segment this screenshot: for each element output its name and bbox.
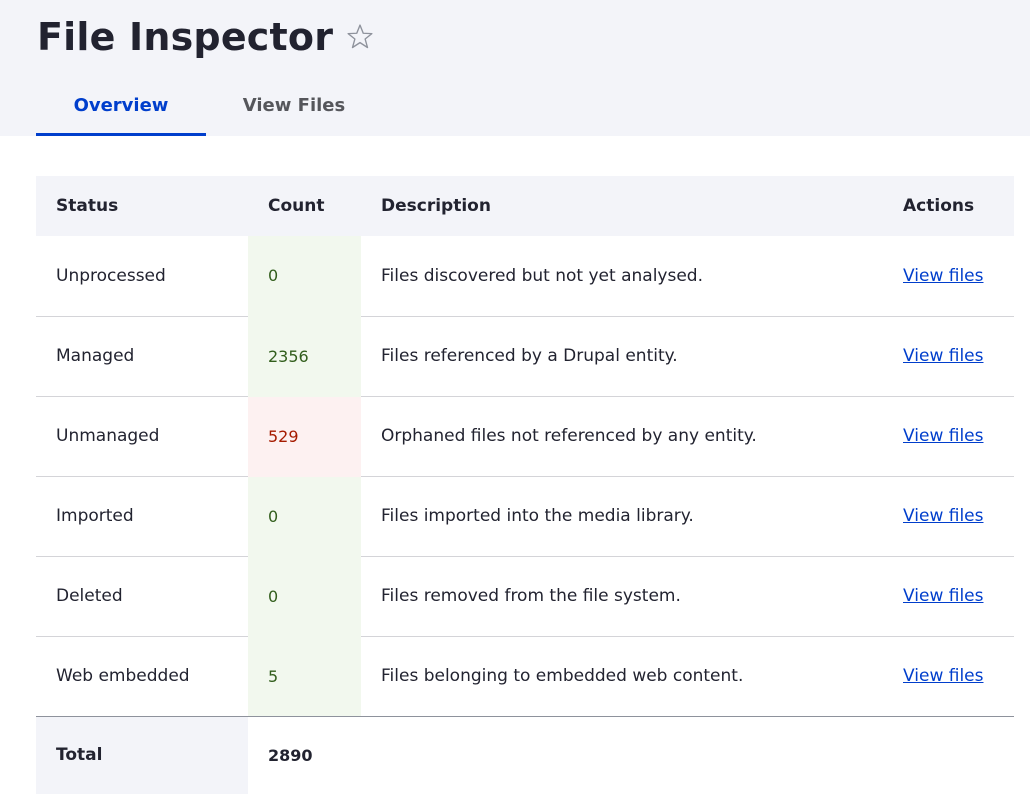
view-files-link-imported[interactable]: View files bbox=[903, 506, 984, 526]
count-cell: 0 bbox=[248, 476, 361, 557]
view-files-link-managed[interactable]: View files bbox=[903, 346, 984, 366]
actions-cell: View files bbox=[867, 236, 1014, 317]
description-cell: Files imported into the media library. bbox=[361, 476, 867, 557]
table-header-row: Status Count Description Actions bbox=[36, 176, 1014, 236]
total-empty-actions bbox=[867, 716, 1014, 794]
table-row: Imported 0 Files imported into the media… bbox=[36, 476, 1014, 557]
count-cell: 2356 bbox=[248, 316, 361, 397]
status-cell: Managed bbox=[36, 316, 248, 397]
count-cell: 5 bbox=[248, 636, 361, 717]
page-header: File Inspector Overview View Files bbox=[0, 0, 1030, 136]
tabs: Overview View Files bbox=[36, 84, 382, 136]
column-header-actions: Actions bbox=[867, 176, 1014, 236]
table-row: Managed 2356 Files referenced by a Drupa… bbox=[36, 316, 1014, 397]
table-row: Unprocessed 0 Files discovered but not y… bbox=[36, 236, 1014, 317]
status-cell: Imported bbox=[36, 476, 248, 557]
count-cell: 0 bbox=[248, 236, 361, 317]
actions-cell: View files bbox=[867, 476, 1014, 557]
table-row: Deleted 0 Files removed from the file sy… bbox=[36, 556, 1014, 637]
description-cell: Files discovered but not yet analysed. bbox=[361, 236, 867, 317]
title-row: File Inspector bbox=[37, 12, 375, 62]
column-header-status: Status bbox=[36, 176, 248, 236]
star-icon[interactable] bbox=[345, 22, 375, 52]
view-files-link-unmanaged[interactable]: View files bbox=[903, 426, 984, 446]
total-row: Total 2890 bbox=[36, 716, 1014, 794]
total-count: 2890 bbox=[268, 745, 313, 765]
column-header-description: Description bbox=[361, 176, 867, 236]
column-header-count: Count bbox=[248, 176, 361, 236]
description-cell: Orphaned files not referenced by any ent… bbox=[361, 396, 867, 477]
status-cell: Deleted bbox=[36, 556, 248, 637]
view-files-link-unprocessed[interactable]: View files bbox=[903, 266, 984, 286]
table-row: Unmanaged 529 Orphaned files not referen… bbox=[36, 396, 1014, 477]
actions-cell: View files bbox=[867, 396, 1014, 477]
tab-overview[interactable]: Overview bbox=[36, 84, 206, 136]
actions-cell: View files bbox=[867, 636, 1014, 717]
page-title: File Inspector bbox=[37, 15, 334, 59]
description-cell: Files removed from the file system. bbox=[361, 556, 867, 637]
count-cell: 0 bbox=[248, 556, 361, 637]
description-cell: Files belonging to embedded web content. bbox=[361, 636, 867, 717]
total-label: Total bbox=[36, 716, 248, 794]
status-cell: Web embedded bbox=[36, 636, 248, 717]
description-cell: Files referenced by a Drupal entity. bbox=[361, 316, 867, 397]
table-row: Web embedded 5 Files belonging to embedd… bbox=[36, 636, 1014, 717]
view-files-link-deleted[interactable]: View files bbox=[903, 586, 984, 606]
status-cell: Unprocessed bbox=[36, 236, 248, 317]
file-status-table: Status Count Description Actions Unproce… bbox=[36, 176, 1014, 794]
count-cell: 529 bbox=[248, 396, 361, 477]
tab-view-files[interactable]: View Files bbox=[206, 84, 382, 136]
actions-cell: View files bbox=[867, 556, 1014, 637]
actions-cell: View files bbox=[867, 316, 1014, 397]
status-cell: Unmanaged bbox=[36, 396, 248, 477]
total-empty-description bbox=[361, 716, 867, 794]
view-files-link-web-embedded[interactable]: View files bbox=[903, 666, 984, 686]
